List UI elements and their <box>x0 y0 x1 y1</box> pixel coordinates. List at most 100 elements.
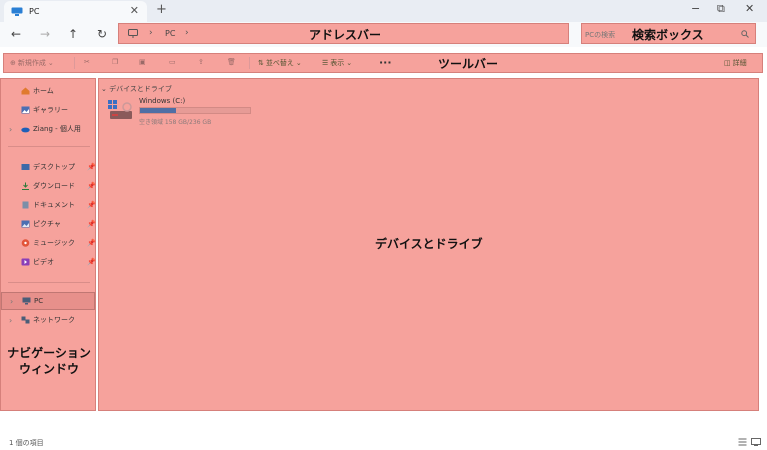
sidebar-item-label: PC <box>34 297 44 305</box>
home-icon <box>21 87 30 95</box>
more-options-button[interactable]: ··· <box>379 56 392 69</box>
group-header-label: デバイスとドライブ <box>109 85 172 93</box>
chevron-down-icon: ⌄ <box>295 59 302 67</box>
sidebar-divider <box>8 282 90 283</box>
sidebar-item-label: デスクトップ <box>33 163 75 171</box>
new-button[interactable]: ⊕ 新規作成 ⌄ <box>10 58 54 68</box>
drive-usage-bar <box>139 107 251 114</box>
tab-title: PC <box>29 7 40 16</box>
breadcrumb-separator[interactable]: › <box>185 28 189 38</box>
paste-button[interactable]: ▣ <box>139 58 146 66</box>
forward-button[interactable]: → <box>40 27 50 41</box>
monitor-icon <box>128 29 138 38</box>
breadcrumb-separator: › <box>149 28 153 38</box>
share-icon: ⇪ <box>198 58 204 66</box>
sidebar-item-label: ビデオ <box>33 258 54 266</box>
sidebar-item-home[interactable]: ホーム <box>1 83 95 99</box>
navigation-pane: ホーム ギャラリー › Ziang - 個人用 デスクトップ 📌 ダウンロード … <box>0 78 96 411</box>
pin-icon[interactable]: 📌 <box>87 182 96 190</box>
content-area: ⌄ デバイスとドライブ Windows (C:) 空き領域 158 GB/236… <box>98 78 759 411</box>
refresh-button[interactable]: ↻ <box>97 27 107 41</box>
sidebar-item-network[interactable]: › ネットワーク <box>1 312 95 328</box>
download-icon <box>21 182 30 190</box>
annotation-line: ウィンドウ <box>18 362 79 376</box>
toolbar-divider <box>249 57 250 69</box>
rename-button[interactable]: ▭ <box>169 58 176 66</box>
sidebar-item-desktop[interactable]: デスクトップ 📌 <box>1 159 96 175</box>
copy-button[interactable]: ❐ <box>112 58 118 66</box>
toolbar: ⊕ 新規作成 ⌄ ✂ ❐ ▣ ▭ ⇪ 🗑 ⇅ 並べ替え ⌄ ☰ 表示 ⌄ ···… <box>3 53 763 73</box>
chevron-right-icon[interactable]: › <box>9 316 12 325</box>
drive-usage-fill <box>140 108 177 113</box>
close-window-button[interactable]: ✕ <box>745 3 754 15</box>
onedrive-icon <box>21 125 30 133</box>
search-box[interactable]: PCの検索 検索ボックス <box>581 23 756 44</box>
rename-icon: ▭ <box>169 58 176 66</box>
tiles-view-icon[interactable] <box>751 438 761 446</box>
up-button[interactable]: ↑ <box>68 27 78 41</box>
search-icon <box>741 30 749 38</box>
toolbar-annotation: ツールバー <box>438 57 499 71</box>
item-count: 1 個の項目 <box>9 439 44 447</box>
sort-button-label: 並べ替え <box>265 59 294 67</box>
clipboard-icon: ▣ <box>139 58 146 66</box>
drive-free-space: 空き領域 158 GB/236 GB <box>139 119 212 126</box>
sidebar-item-videos[interactable]: ビデオ 📌 <box>1 254 96 270</box>
details-pane-icon: ◫ <box>724 59 731 67</box>
chevron-right-icon[interactable]: › <box>10 297 13 306</box>
pictures-icon <box>21 220 30 228</box>
pin-icon[interactable]: 📌 <box>87 239 96 247</box>
group-header[interactable]: ⌄ デバイスとドライブ <box>101 84 172 94</box>
sidebar-item-gallery[interactable]: ギャラリー <box>1 102 95 118</box>
sidebar-item-label: ミュージック <box>33 239 75 247</box>
document-icon <box>21 201 30 209</box>
view-button[interactable]: ☰ 表示 ⌄ <box>322 58 352 68</box>
music-icon <box>21 239 30 247</box>
scissors-icon: ✂ <box>84 58 90 66</box>
close-tab-button[interactable]: ✕ <box>130 5 139 17</box>
search-placeholder: PCの検索 <box>585 31 616 39</box>
video-icon <box>21 258 30 266</box>
pin-icon[interactable]: 📌 <box>87 220 96 228</box>
search-box-annotation: 検索ボックス <box>632 28 704 42</box>
pin-icon[interactable]: 📌 <box>87 163 96 171</box>
new-tab-button[interactable]: + <box>156 3 167 17</box>
list-view-icon: ☰ <box>322 59 329 67</box>
network-icon <box>21 316 30 324</box>
title-bar: PC ✕ + − ⧉ ✕ <box>0 0 767 22</box>
restore-button[interactable]: ⧉ <box>717 3 725 15</box>
pin-icon[interactable]: 📌 <box>87 201 96 209</box>
cut-button[interactable]: ✂ <box>84 58 90 66</box>
sidebar-divider <box>8 146 90 147</box>
chevron-right-icon[interactable]: › <box>9 125 12 134</box>
sidebar-item-label: ダウンロード <box>33 182 75 190</box>
address-bar[interactable]: › PC › アドレスバー <box>118 23 569 44</box>
copy-icon: ❐ <box>112 58 119 66</box>
sidebar-item-pc[interactable]: › PC <box>1 292 95 310</box>
breadcrumb-pc[interactable]: PC <box>165 29 175 38</box>
gallery-icon <box>21 106 30 114</box>
drive-item[interactable]: Windows (C:) 空き領域 158 GB/236 GB <box>107 97 257 127</box>
plus-icon: ⊕ <box>10 59 16 67</box>
status-bar: 1 個の項目 <box>0 436 767 450</box>
minimize-button[interactable]: − <box>691 3 700 15</box>
back-button[interactable]: ← <box>11 27 21 41</box>
delete-button[interactable]: 🗑 <box>227 58 236 66</box>
sort-icon: ⇅ <box>258 59 264 67</box>
sort-button[interactable]: ⇅ 並べ替え ⌄ <box>258 58 302 68</box>
details-pane-button[interactable]: ◫ 詳細 <box>724 58 747 68</box>
chevron-down-icon: ⌄ <box>346 59 353 67</box>
share-button[interactable]: ⇪ <box>198 58 204 66</box>
content-area-annotation: デバイスとドライブ <box>375 237 483 251</box>
sidebar-item-label: ドキュメント <box>33 201 75 209</box>
pin-icon[interactable]: 📌 <box>87 258 96 266</box>
sidebar-item-label: ギャラリー <box>33 106 68 114</box>
tab-pc[interactable]: PC ✕ <box>4 1 147 22</box>
sidebar-item-onedrive[interactable]: › Ziang - 個人用 <box>1 121 95 137</box>
drive-icon <box>107 99 135 121</box>
sidebar-item-music[interactable]: ミュージック 📌 <box>1 235 96 251</box>
sidebar-item-pictures[interactable]: ピクチャ 📌 <box>1 216 96 232</box>
sidebar-item-documents[interactable]: ドキュメント 📌 <box>1 197 96 213</box>
sidebar-item-downloads[interactable]: ダウンロード 📌 <box>1 178 96 194</box>
details-view-icon[interactable] <box>738 438 747 446</box>
